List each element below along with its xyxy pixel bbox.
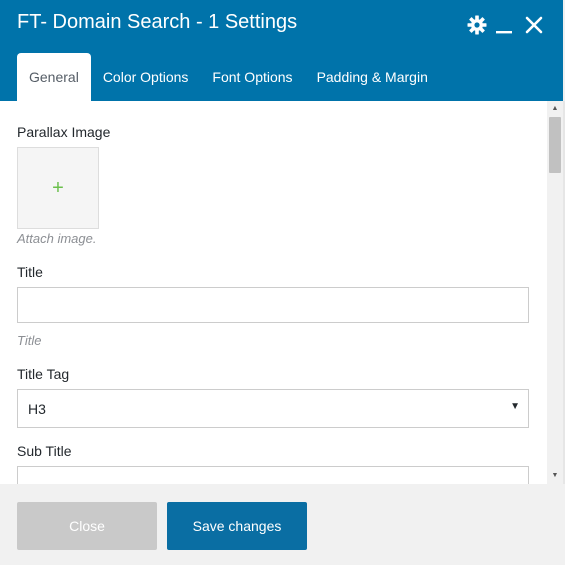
tab-color-options[interactable]: Color Options	[91, 53, 201, 101]
scroll-thumb[interactable]	[549, 117, 561, 173]
minimize-icon[interactable]	[494, 14, 516, 36]
tab-font-options[interactable]: Font Options	[200, 53, 304, 101]
title-tag-value: H3	[28, 401, 46, 417]
parallax-image-picker[interactable]: +	[17, 147, 99, 229]
save-changes-button[interactable]: Save changes	[167, 502, 307, 550]
title-tag-label: Title Tag	[17, 366, 70, 382]
dialog-title: FT- Domain Search - 1 Settings	[17, 11, 298, 33]
form-scrollbar[interactable]: ▲ ▼	[547, 101, 563, 484]
title-hint: Title	[17, 333, 42, 348]
scroll-down-icon[interactable]: ▼	[551, 472, 559, 479]
title-label: Title	[17, 264, 43, 280]
tab-general[interactable]: General	[17, 53, 91, 101]
add-image-icon[interactable]: +	[18, 148, 98, 228]
dialog-footer: Close Save changes	[0, 484, 565, 565]
close-icon[interactable]	[523, 14, 545, 36]
close-button[interactable]: Close	[17, 502, 157, 550]
tab-padding-margin[interactable]: Padding & Margin	[305, 53, 440, 101]
scroll-up-icon[interactable]: ▲	[551, 105, 559, 112]
gear-icon[interactable]	[466, 14, 488, 36]
sub-title-input[interactable]	[17, 466, 529, 484]
sub-title-label: Sub Title	[17, 443, 72, 459]
dialog-header: FT- Domain Search - 1 Settings General C…	[0, 0, 565, 101]
tab-bar: General Color Options Font Options Paddi…	[17, 53, 440, 101]
settings-dialog: FT- Domain Search - 1 Settings General C…	[0, 0, 565, 565]
parallax-image-label: Parallax Image	[17, 124, 111, 140]
attach-image-hint: Attach image.	[17, 231, 97, 246]
title-tag-select[interactable]: H3 ▼	[17, 389, 529, 428]
settings-form: Parallax Image + Attach image. Title Tit…	[0, 101, 547, 484]
chevron-down-icon: ▼	[510, 401, 520, 412]
title-input[interactable]	[17, 287, 529, 323]
